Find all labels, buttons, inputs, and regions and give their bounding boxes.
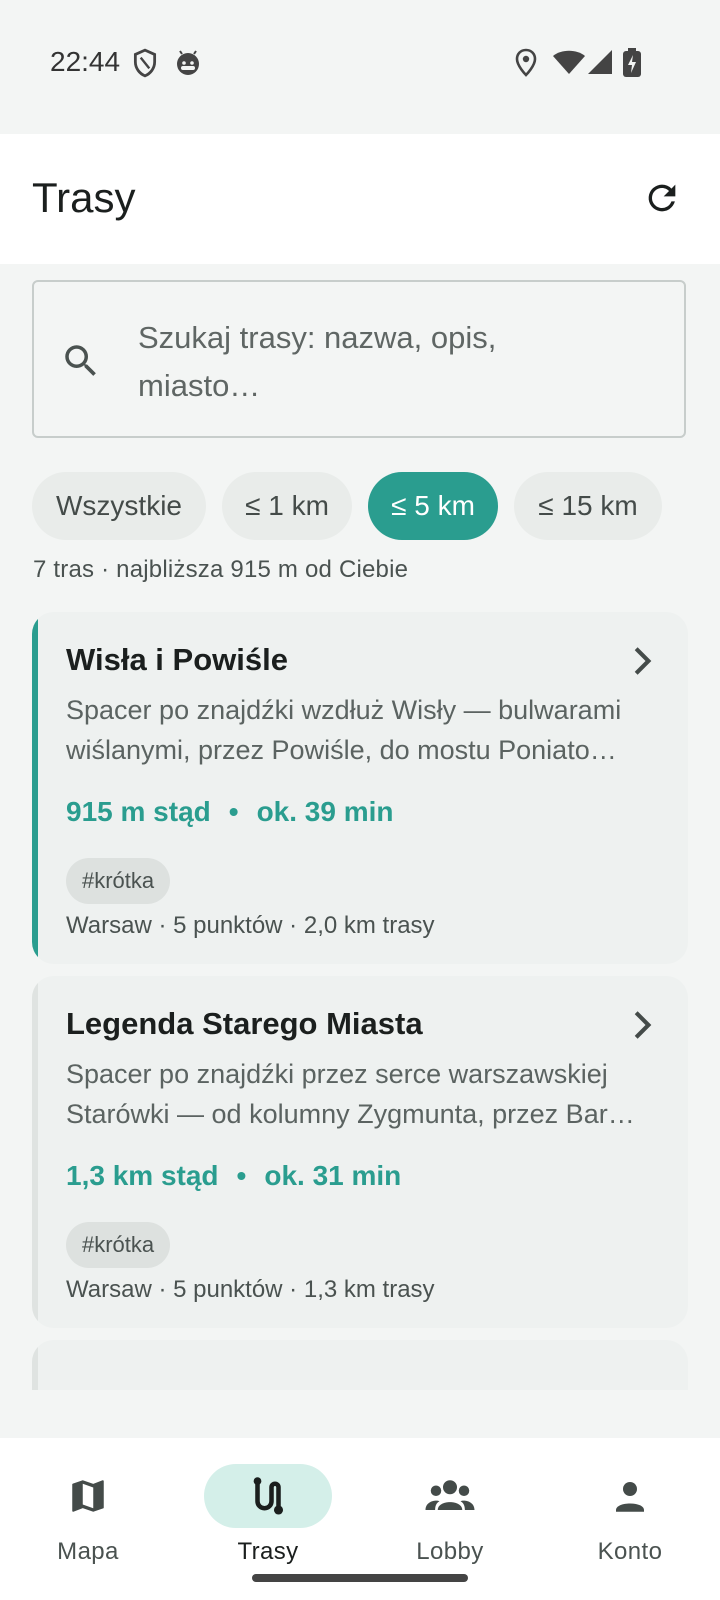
card-accent [32, 1340, 38, 1390]
shield-icon [132, 48, 158, 83]
nav-item-lobby[interactable]: Lobby [362, 1438, 542, 1568]
separator-dot: • [228, 796, 239, 827]
nav-pill [24, 1464, 152, 1528]
android-face-icon [174, 48, 202, 83]
search-input[interactable]: Szukaj trasy: nazwa, opis, miasto… [32, 280, 686, 438]
nav-pill [386, 1464, 514, 1528]
route-tag: #krótka [66, 1222, 171, 1268]
map-icon [72, 1480, 104, 1512]
route-icon [253, 1477, 284, 1515]
route-tag: #krótka [66, 858, 171, 904]
battery-charging-icon [622, 48, 642, 83]
route-description-line: Starówki — od kolumny Zygmunta, przez Ba… [66, 1099, 635, 1129]
search-placeholder: Szukaj trasy: nazwa, opis, miasto… [138, 314, 638, 410]
nav-label: Trasy [237, 1538, 299, 1565]
route-description-line: wiślanymi, przez Powiśle, do mostu Ponia… [66, 735, 617, 765]
refresh-icon [648, 184, 676, 212]
nav-pill [204, 1464, 332, 1528]
results-summary: 7 tras · najbliższa 915 m od Ciebie [33, 556, 409, 583]
route-footer: Warsaw · 5 punktów · 1,3 km trasy [66, 1276, 435, 1303]
nav-item-mapa[interactable]: Mapa [0, 1438, 180, 1568]
card-accent [32, 976, 38, 1328]
nav-label: Lobby [416, 1538, 484, 1565]
route-distance-time: 1,3 km stąd • ok. 31 min [66, 1160, 401, 1192]
search-placeholder-line: miasto… [138, 368, 261, 403]
card-accent [32, 612, 38, 964]
chevron-right-icon [632, 646, 654, 681]
route-distance: 1,3 km stąd [66, 1160, 219, 1191]
group-icon [425, 1480, 475, 1510]
app-bar: Trasy [0, 134, 720, 264]
route-title: Legenda Starego Miasta [66, 1006, 423, 1041]
nav-item-trasy[interactable]: Trasy [180, 1438, 360, 1568]
refresh-button[interactable] [636, 172, 688, 224]
wifi-icon [552, 48, 586, 81]
chevron-right-icon [632, 1010, 654, 1045]
route-card[interactable] [32, 1340, 688, 1390]
route-title: Wisła i Powiśle [66, 642, 288, 677]
nav-label: Konto [597, 1538, 663, 1565]
home-indicator[interactable] [252, 1574, 468, 1582]
nav-item-konto[interactable]: Konto [542, 1438, 720, 1568]
nav-pill [566, 1464, 694, 1528]
page-title: Trasy [32, 174, 136, 221]
route-footer: Warsaw · 5 punktów · 2,0 km trasy [66, 912, 435, 939]
person-icon [616, 1482, 644, 1512]
route-list: Wisła i Powiśle Spacer po znajdźki wzdłu… [0, 610, 720, 1390]
route-description-line: Spacer po znajdźki wzdłuż Wisły — bulwar… [66, 695, 622, 725]
route-card[interactable]: Legenda Starego Miasta Spacer po znajdźk… [32, 976, 688, 1328]
search-placeholder-line: Szukaj trasy: nazwa, opis, [138, 320, 497, 355]
route-description-line: Spacer po znajdźki przez serce warszawsk… [66, 1059, 608, 1089]
status-bar: 22:44 [0, 0, 720, 134]
location-icon [514, 48, 538, 83]
route-duration: ok. 39 min [256, 796, 394, 827]
nav-label: Mapa [57, 1538, 119, 1565]
route-duration: ok. 31 min [264, 1160, 402, 1191]
route-distance-time: 915 m stąd • ok. 39 min [66, 796, 394, 828]
status-time: 22:44 [50, 46, 121, 77]
chip-1km[interactable]: ≤ 1 km [222, 472, 352, 540]
search-icon [60, 340, 102, 387]
chip-15km[interactable]: ≤ 15 km [514, 472, 662, 540]
route-distance: 915 m stąd [66, 796, 211, 827]
chip-5km[interactable]: ≤ 5 km [368, 472, 498, 540]
route-description: Spacer po znajdźki wzdłuż Wisły — bulwar… [66, 690, 656, 770]
signal-icon [586, 48, 614, 81]
route-description: Spacer po znajdźki przez serce warszawsk… [66, 1054, 656, 1134]
route-card[interactable]: Wisła i Powiśle Spacer po znajdźki wzdłu… [32, 612, 688, 964]
chip-all[interactable]: Wszystkie [32, 472, 206, 540]
separator-dot: • [236, 1160, 247, 1191]
